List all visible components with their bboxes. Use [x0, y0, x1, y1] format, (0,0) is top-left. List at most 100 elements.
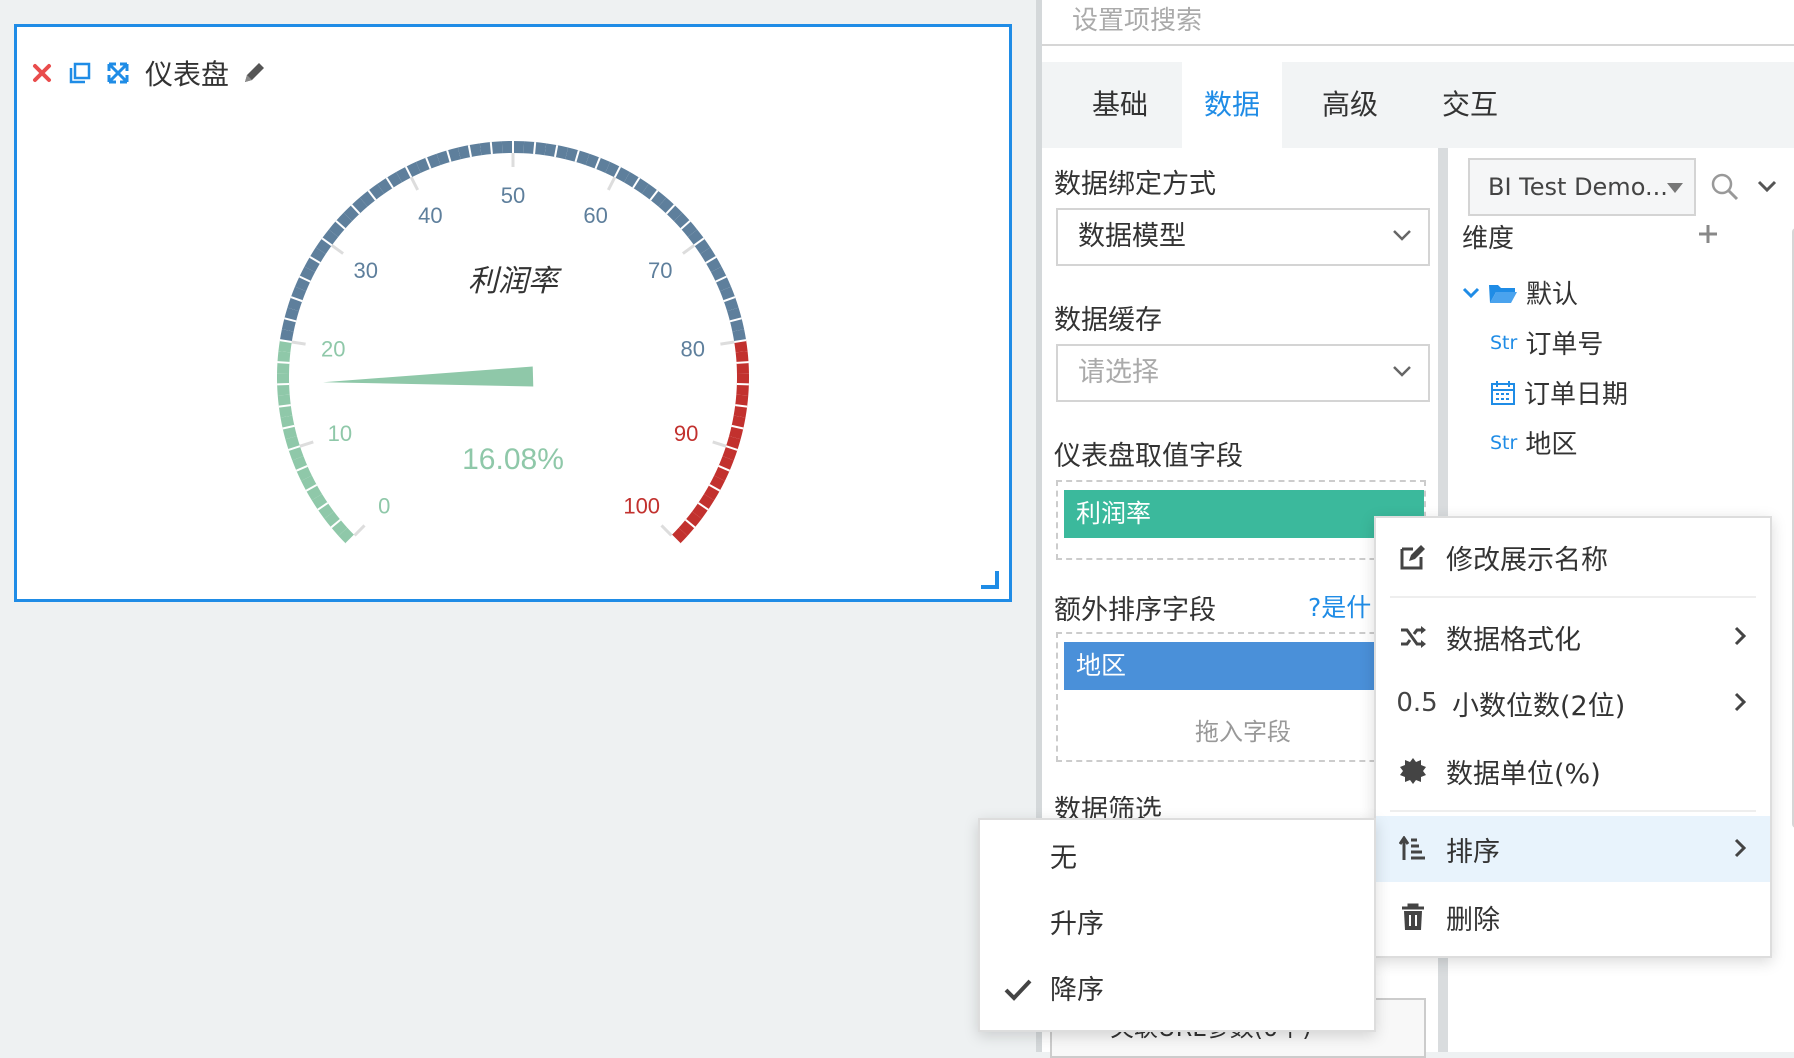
menu-item-decimals[interactable]: 0.5 小数位数(2位)	[1376, 670, 1770, 736]
gauge-major-tick	[411, 177, 417, 189]
gauge-arc-segment	[310, 260, 315, 269]
gauge-arc-segment	[288, 320, 290, 331]
gauge-arc-segment	[738, 330, 740, 341]
gauge-tick-label: 30	[354, 258, 378, 283]
check-icon	[1004, 978, 1032, 1002]
field-name: 订单日期	[1524, 374, 1628, 411]
gauge-arc-segment	[577, 156, 587, 159]
gauge-arc-segment	[356, 202, 364, 209]
gauge-arc-segment	[283, 352, 284, 363]
gauge-arc-segment	[284, 341, 285, 352]
settings-search-input[interactable]: 设置项搜索	[1042, 0, 1794, 46]
sort-option-ascending[interactable]: 升序	[980, 892, 1374, 958]
tab-advanced[interactable]: 高级	[1300, 62, 1400, 148]
value-field-chip[interactable]: 利润率	[1064, 490, 1424, 538]
datasource-select[interactable]: BI Test Demo...	[1468, 158, 1696, 216]
dimension-label: 维度	[1462, 218, 1514, 255]
tab-basic[interactable]: 基础	[1070, 62, 1170, 148]
gauge-arc-segment	[535, 148, 546, 149]
gauge-arc-segment	[733, 309, 736, 319]
calendar-icon	[1490, 380, 1516, 406]
gauge-arc-segment	[294, 448, 298, 458]
gauge-major-tick	[300, 442, 313, 446]
gauge-arc-segment	[728, 448, 732, 458]
cache-select[interactable]: 请选择	[1056, 344, 1430, 402]
gauge-arc-segment	[742, 384, 743, 395]
sort-submenu: 无 升序 降序	[978, 818, 1376, 1032]
menu-divider	[1390, 810, 1756, 812]
sort-option-descending[interactable]: 降序	[980, 958, 1374, 1024]
gauge-tick-label: 70	[648, 258, 672, 283]
string-type-icon: Str	[1490, 332, 1517, 354]
field-item[interactable]: Str 订单号	[1490, 324, 1603, 361]
folder-open-icon	[1488, 282, 1518, 304]
gauge-needle	[323, 366, 533, 386]
gauge-arc-segment	[372, 189, 381, 195]
binding-select[interactable]: 数据模型	[1056, 208, 1430, 266]
gauge-arc-segment	[617, 172, 627, 177]
search-icon[interactable]	[1710, 172, 1740, 202]
field-item[interactable]: 订单日期	[1490, 374, 1628, 411]
gauge-tick-label: 0	[378, 494, 390, 519]
gauge-arc-segment	[545, 149, 556, 151]
gauge-arc-segment	[720, 468, 725, 478]
sort-help-link[interactable]: ?是什	[1308, 588, 1371, 624]
add-dimension-icon[interactable]	[1696, 222, 1720, 246]
chevron-down-icon	[1462, 287, 1480, 299]
gauge-arc-segment	[741, 395, 742, 406]
gauge-arc-segment	[343, 532, 350, 540]
tab-interaction[interactable]: 交互	[1420, 62, 1520, 148]
gauge-arc-segment	[311, 488, 316, 497]
menu-item-label: 删除	[1446, 898, 1500, 937]
gauge-arc-segment	[323, 506, 329, 515]
menu-item-rename[interactable]: 修改展示名称	[1376, 524, 1770, 590]
gauge-arc-segment	[334, 225, 341, 233]
gauge-arc-segment	[725, 289, 729, 299]
gauge-minor-tick	[737, 362, 749, 363]
gauge-arc-segment	[418, 163, 428, 167]
sort-field-chip[interactable]: 地区	[1064, 642, 1424, 690]
gauge-arc-segment	[291, 438, 294, 448]
gauge-arc-segment	[428, 159, 438, 163]
value-field-dropzone[interactable]: 利润率	[1056, 480, 1426, 560]
menu-item-sort[interactable]: 排序	[1376, 816, 1770, 882]
gauge-arc-segment	[286, 330, 288, 341]
gauge-arc-segment	[321, 242, 327, 251]
edit-icon	[1398, 543, 1428, 571]
string-type-icon: Str	[1490, 432, 1517, 454]
gauge-arc-segment	[699, 242, 705, 251]
gauge-arc-segment	[298, 458, 302, 468]
sort-field-dropzone[interactable]: 地区 拖入字段	[1056, 632, 1426, 762]
chevron-right-icon	[1734, 838, 1746, 858]
menu-item-format[interactable]: 数据格式化	[1376, 604, 1770, 670]
gauge-tick-label: 90	[674, 421, 698, 446]
gauge-arc-segment	[285, 406, 287, 417]
gauge-arc-segment	[381, 183, 390, 189]
gauge-widget[interactable]: 仪表盘 0102030405060708090100 利润率 16.08%	[14, 24, 1012, 602]
gauge-arc-segment	[627, 177, 636, 183]
gauge-arc-segment	[297, 289, 301, 299]
gauge-arc-segment	[348, 209, 356, 217]
gauge-arc-segment	[470, 149, 481, 151]
folder-default[interactable]: 默认	[1462, 274, 1578, 311]
gauge-arc-segment	[737, 417, 739, 428]
sort-option-none[interactable]: 无	[980, 826, 1374, 892]
chevron-down-icon[interactable]	[1756, 178, 1778, 194]
gauge-arc-segment	[283, 384, 284, 395]
tab-data[interactable]: 数据	[1182, 62, 1282, 148]
cache-label: 数据缓存	[1054, 298, 1162, 337]
gauge-major-tick	[292, 342, 306, 344]
menu-item-label: 数据格式化	[1446, 618, 1581, 657]
gauge-arc-segment	[438, 156, 448, 159]
chevron-right-icon	[1734, 692, 1746, 712]
gauge-tick-label: 20	[321, 337, 345, 362]
resize-handle[interactable]	[981, 571, 999, 589]
menu-item-unit[interactable]: 数据单位(%)	[1376, 738, 1770, 804]
field-context-menu: 修改展示名称 数据格式化 0.5 小数位数(2位) 数据单位(%) 排序 删除	[1374, 516, 1772, 958]
menu-item-delete[interactable]: 删除	[1376, 884, 1770, 950]
value-field-chip-label: 利润率	[1076, 499, 1151, 528]
gauge-arc-segment	[329, 515, 336, 524]
gauge-arc-segment	[567, 153, 577, 156]
field-item[interactable]: Str 地区	[1490, 424, 1577, 461]
gauge-value: 16.08%	[462, 443, 564, 476]
